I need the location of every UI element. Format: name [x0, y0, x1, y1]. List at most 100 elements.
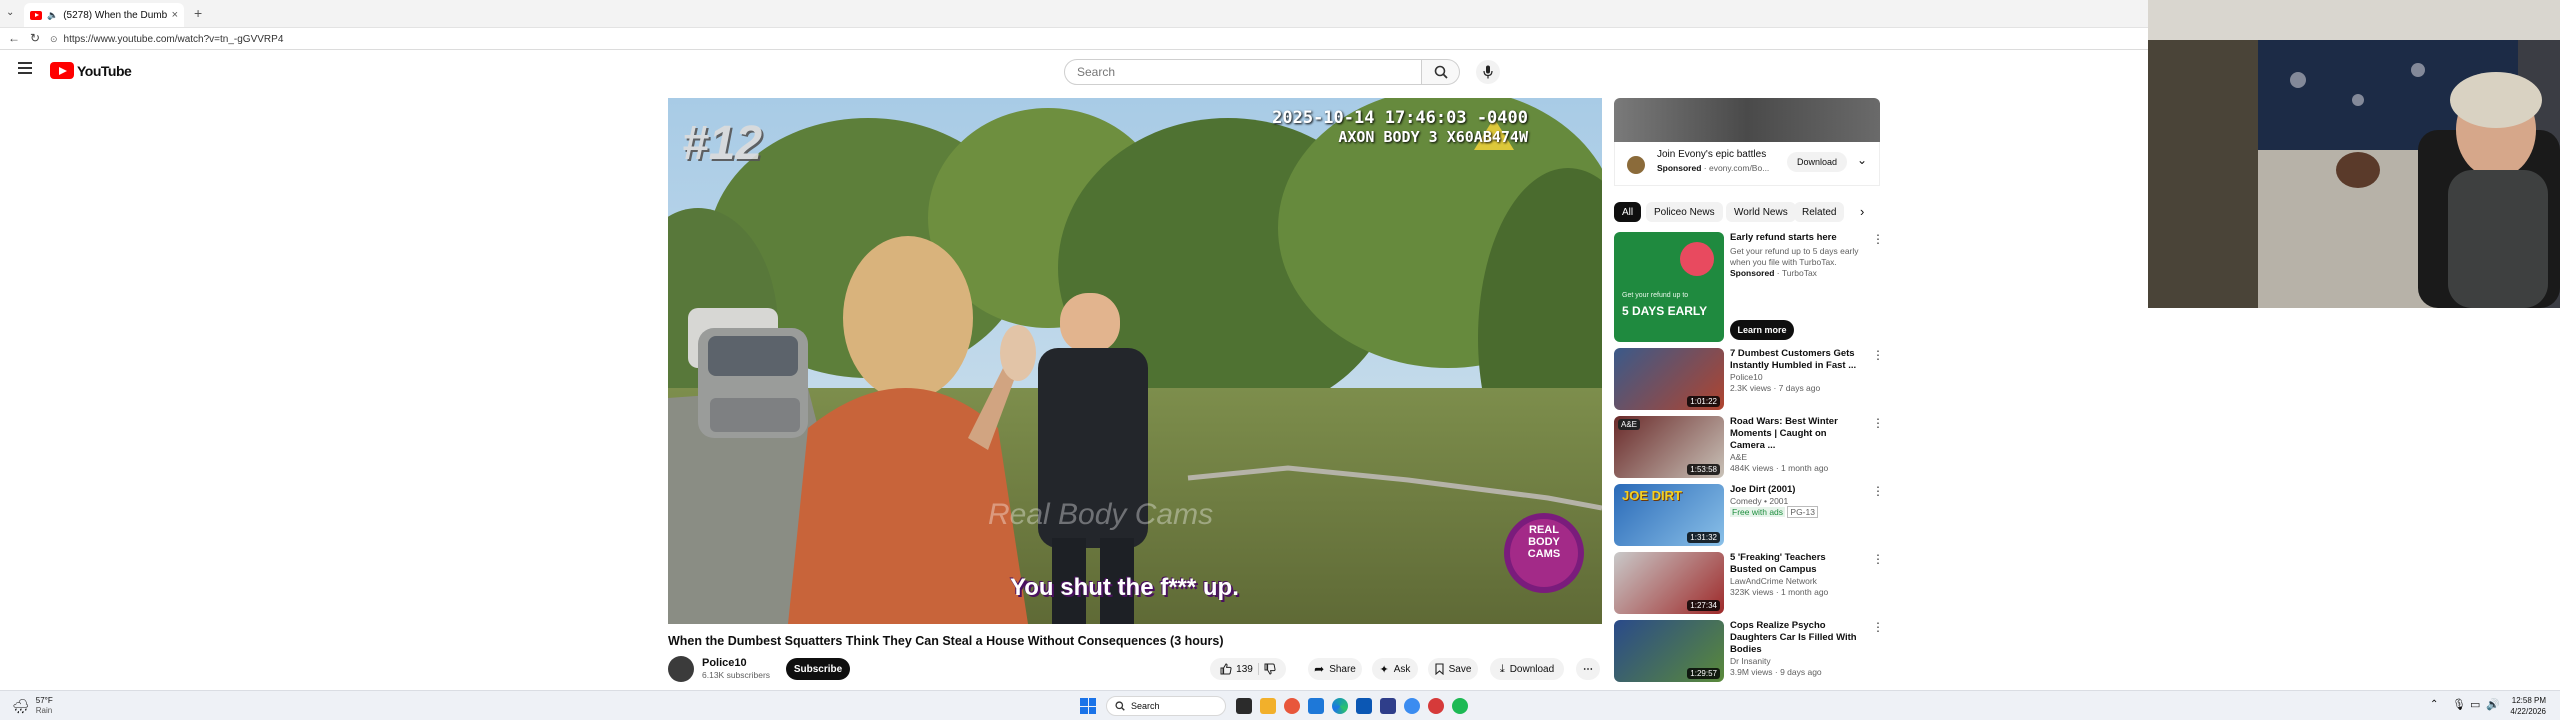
- edge-browser-icon[interactable]: [1332, 698, 1348, 714]
- clock[interactable]: 12:58 PM 4/22/2026: [2506, 695, 2546, 717]
- rec-thumbnail[interactable]: A&E 1:53:58: [1614, 416, 1724, 478]
- channel-name[interactable]: Police10: [702, 657, 770, 669]
- more-actions-button[interactable]: ⋯: [1576, 658, 1600, 680]
- channel-avatar[interactable]: [668, 656, 694, 682]
- search-input[interactable]: Search: [1064, 59, 1422, 85]
- more-vertical-icon[interactable]: ⋮: [1872, 416, 1884, 430]
- more-vertical-icon[interactable]: ⋮: [1872, 620, 1884, 634]
- webcam-overlay: [2148, 0, 2560, 308]
- rec-thumbnail[interactable]: 1:27:34: [1614, 552, 1724, 614]
- weather-widget[interactable]: 🌧 57°F Rain: [12, 696, 53, 716]
- logo-line-1: REAL: [1529, 524, 1559, 536]
- store-icon[interactable]: [1356, 698, 1372, 714]
- rec-desc: Get your refund up to 5 days early when …: [1730, 246, 1859, 267]
- tab-youtube[interactable]: 🔈 (5278) When the Dumbest S... ×: [24, 3, 184, 27]
- refresh-icon[interactable]: ↻: [30, 31, 40, 45]
- share-icon: ➦: [1314, 662, 1325, 676]
- new-tab-icon[interactable]: +: [194, 5, 202, 21]
- ad-title: Join Evony's epic battles: [1657, 149, 1767, 160]
- more-vertical-icon[interactable]: ⋮: [1872, 484, 1884, 498]
- more-horizontal-icon: ⋯: [1583, 663, 1593, 675]
- file-explorer-icon[interactable]: [1260, 698, 1276, 714]
- speaker-icon[interactable]: 🔈: [47, 10, 58, 21]
- taskbar-search[interactable]: Search: [1106, 696, 1226, 716]
- calendar-app-icon[interactable]: [1380, 698, 1396, 714]
- tray-chevron-up-icon[interactable]: ⌃: [2430, 699, 2438, 710]
- task-view-icon[interactable]: [1236, 698, 1252, 714]
- ad-card[interactable]: Join Evony's epic battles Sponsored · ev…: [1614, 142, 1880, 186]
- chip-world-news[interactable]: World News: [1726, 202, 1796, 222]
- rec-thumbnail[interactable]: JOE DIRT 1:31:32: [1614, 484, 1724, 546]
- rec-title: 7 Dumbest Customers Gets Instantly Humbl…: [1730, 348, 1857, 371]
- rec-duration: 1:31:32: [1687, 532, 1720, 543]
- video-frame: [668, 98, 1602, 624]
- rec-title: Joe Dirt (2001): [1730, 484, 1796, 495]
- download-button[interactable]: ⤓ Download: [1490, 658, 1564, 680]
- thumbs-down-icon[interactable]: [1264, 663, 1276, 675]
- rec-thumbnail-ad[interactable]: Get your refund up to 5 DAYS EARLY: [1614, 232, 1724, 342]
- chips-next-icon[interactable]: ›: [1860, 204, 1864, 219]
- ad-download-button[interactable]: Download: [1787, 152, 1847, 172]
- download-icon: ⤓: [1499, 662, 1505, 675]
- thumbs-up-icon: [1220, 663, 1232, 675]
- rec-advertiser: · TurboTax: [1776, 268, 1817, 278]
- site-info-icon[interactable]: ⊙: [50, 34, 58, 45]
- more-vertical-icon[interactable]: ⋮: [1872, 232, 1884, 246]
- rec-item[interactable]: Cops Realize Psycho Daughters Car Is Fil…: [1730, 620, 1860, 678]
- ae-badge: A&E: [1618, 419, 1641, 430]
- more-vertical-icon[interactable]: ⋮: [1872, 552, 1884, 566]
- tab-close-icon[interactable]: ×: [172, 9, 178, 21]
- rec-item[interactable]: 7 Dumbest Customers Gets Instantly Humbl…: [1730, 348, 1860, 394]
- volume-icon[interactable]: 🔊: [2486, 698, 2500, 711]
- rec-meta: 2.3K views · 7 days ago: [1730, 383, 1821, 393]
- more-vertical-icon[interactable]: ⋮: [1872, 348, 1884, 362]
- chip-label: World News: [1734, 206, 1788, 218]
- rec-title: Cops Realize Psycho Daughters Car Is Fil…: [1730, 620, 1857, 655]
- chat-icon[interactable]: [1404, 698, 1420, 714]
- menu-icon[interactable]: [18, 62, 32, 74]
- rec-item[interactable]: 5 'Freaking' Teachers Busted on Campus L…: [1730, 552, 1860, 598]
- microphone-icon: [1483, 65, 1493, 79]
- mail-icon[interactable]: [1308, 698, 1324, 714]
- free-with-ads-badge: Free with ads: [1730, 507, 1786, 517]
- rec-thumbnail[interactable]: 1:29:57: [1614, 620, 1724, 682]
- chevron-down-icon[interactable]: ⌄: [1857, 153, 1867, 167]
- rec-item-ad[interactable]: Early refund starts here Get your refund…: [1730, 232, 1860, 279]
- save-button[interactable]: Save: [1428, 658, 1478, 680]
- rec-item[interactable]: Road Wars: Best Winter Moments | Caught …: [1730, 416, 1860, 474]
- browser-tab-bar: ⌄ 🔈 (5278) When the Dumbest S... × +: [0, 0, 2148, 28]
- youtube-logo-icon: [50, 62, 74, 79]
- taskbar-search-label: Search: [1131, 701, 1160, 711]
- spotify-icon[interactable]: [1452, 698, 1468, 714]
- video-subtitle: You shut the f*** up.: [1010, 574, 1239, 601]
- bodycam-timestamp: 2025-10-14 17:46:03 -0400: [1272, 108, 1528, 128]
- chip-related[interactable]: Related: [1794, 202, 1845, 222]
- video-player[interactable]: #12 2025-10-14 17:46:03 -0400 AXON BODY …: [668, 98, 1602, 624]
- back-icon[interactable]: ←: [8, 31, 20, 45]
- like-button[interactable]: 139: [1220, 663, 1253, 675]
- youtube-favicon-icon: [30, 10, 42, 20]
- search-icon: [1115, 701, 1125, 711]
- ad-avatar: [1627, 156, 1645, 174]
- app-icon[interactable]: [1284, 698, 1300, 714]
- subscribe-button[interactable]: Subscribe: [786, 658, 850, 680]
- voice-search-button[interactable]: [1476, 60, 1500, 84]
- youtube-logo[interactable]: YouTube: [50, 62, 132, 79]
- learn-more-button[interactable]: Learn more: [1730, 320, 1794, 340]
- rec-item[interactable]: Joe Dirt (2001) Comedy • 2001 Free with …: [1730, 484, 1860, 518]
- url-field[interactable]: ⊙ https://www.youtube.com/watch?v=tn_-gG…: [50, 31, 2130, 47]
- windows-start-icon[interactable]: [1080, 698, 1096, 714]
- tab-list-chevron-icon[interactable]: ⌄: [6, 7, 14, 18]
- chip-policeo-news[interactable]: Policeo News: [1646, 202, 1723, 222]
- like-dislike-group: 139: [1210, 658, 1286, 680]
- ad-banner-image[interactable]: [1614, 98, 1880, 142]
- microphone-tray-icon[interactable]: 🎙: [2452, 698, 2466, 711]
- media-app-icon[interactable]: [1428, 698, 1444, 714]
- search-button[interactable]: [1422, 59, 1460, 85]
- rec-channel: LawAndCrime Network: [1730, 576, 1817, 586]
- network-icon[interactable]: ▭: [2470, 698, 2480, 711]
- ask-button[interactable]: ✦ Ask: [1372, 658, 1418, 680]
- rec-thumbnail[interactable]: 1:01:22: [1614, 348, 1724, 410]
- share-button[interactable]: ➦ Share: [1308, 658, 1362, 680]
- chip-all[interactable]: All: [1614, 202, 1642, 222]
